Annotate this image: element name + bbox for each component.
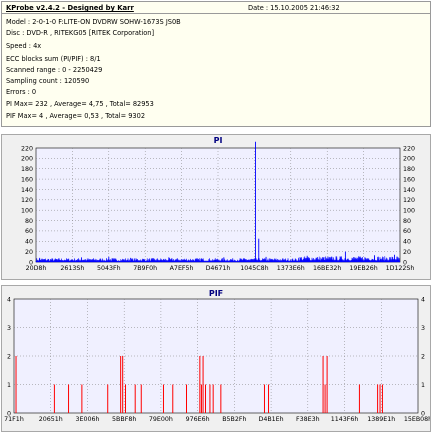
x-tick-label: 5BBF8h	[112, 416, 136, 423]
chart-title: PI	[214, 136, 223, 145]
y-tick-label-left: 80	[25, 218, 33, 225]
y-tick-label-right: 60	[403, 228, 411, 235]
pi-chart-panel: PI 0 0 20 20 40 40 60 60 80 80 100 100 120 120 140 140 16…	[1, 134, 431, 280]
pi-chart: PI0 020 2040 4060 6080 80100 100120 120140 14016…	[21, 136, 415, 272]
x-tick-label: 1143F6h	[331, 416, 359, 423]
y-tick-label-right: 4	[421, 296, 425, 303]
y-tick-label-left: 120	[21, 197, 33, 204]
x-tick-label: 976E6h	[186, 416, 210, 423]
x-tick-label: 3E006h	[75, 416, 99, 423]
x-tick-label: D4B1Eh	[259, 416, 284, 423]
x-tick-label: F38E3h	[296, 416, 320, 423]
header-divider	[2, 13, 430, 14]
y-tick-label-left: 220	[21, 145, 33, 152]
scan-date: Date : 15.10.2005 21:46:32	[248, 4, 340, 12]
y-tick-label-right: 1	[421, 382, 425, 389]
y-tick-label-right: 100	[403, 207, 415, 214]
chart-title: PIF	[209, 289, 223, 298]
x-tick-label: 1D122Sh	[386, 265, 415, 272]
ecc-text: ECC blocks sum (PI/PIF) : 8/1	[6, 55, 101, 63]
y-tick-label-left: 140	[21, 187, 33, 194]
x-tick-label: 1045C8h	[240, 265, 268, 272]
y-tick-label-right: 120	[403, 197, 415, 204]
y-tick-label-right: 2	[421, 353, 425, 360]
x-tick-label: 19EB26h	[349, 265, 377, 272]
x-tick-label: 5043Fh	[97, 265, 121, 272]
y-tick-label-right: 3	[421, 325, 425, 332]
pif-summary-text: PIF Max= 4 , Average= 0,53 , Total= 9302	[6, 112, 146, 120]
y-tick-label-left: 3	[7, 325, 11, 332]
y-tick-label-left: 40	[25, 239, 33, 246]
y-tick-label-right: 40	[403, 239, 411, 246]
y-tick-label-left: 160	[21, 176, 33, 183]
y-tick-label-left: 100	[21, 207, 33, 214]
x-tick-label: 20D8h	[26, 265, 47, 272]
y-tick-label-right: 80	[403, 218, 411, 225]
model-text: Model : 2-0-1-0 F:LITE-ON DVDRW SOHW-167…	[6, 18, 181, 26]
errors-text: Errors : 0	[6, 88, 37, 96]
x-tick-label: 71F1h	[4, 416, 24, 423]
y-tick-label-left: 2	[7, 353, 11, 360]
x-tick-label: A7EF5h	[170, 265, 194, 272]
x-tick-label: 2613Sh	[60, 265, 84, 272]
y-tick-label-left: 20	[25, 249, 33, 256]
x-tick-label: 1373E6h	[277, 265, 305, 272]
scanned-range-text: Scanned range : 0 - 2250429	[6, 66, 103, 74]
speed-text: Speed : 4x	[6, 42, 42, 50]
y-tick-label-right: 140	[403, 187, 415, 194]
y-tick-label-right: 180	[403, 166, 415, 173]
y-tick-label-right: 220	[403, 145, 415, 152]
y-tick-label-right: 20	[403, 249, 411, 256]
y-tick-label-left: 4	[7, 296, 11, 303]
disc-text: Disc : DVD-R , RITEKG05 [RITEK Corporati…	[6, 29, 155, 37]
pif-chart: PIF0 01 12 23 34 471F1h 20651h 3E006h 5BBF8h 79E0…	[4, 289, 430, 423]
y-tick-label-left: 1	[7, 382, 11, 389]
x-tick-label: 7B9F0h	[133, 265, 157, 272]
y-tick-label-right: 160	[403, 176, 415, 183]
app-title: KProbe v2.4.2 - Designed by Karr	[6, 4, 134, 12]
sampling-count-text: Sampling count : 120590	[6, 77, 90, 85]
y-tick-label-right: 200	[403, 156, 415, 163]
info-panel: KProbe v2.4.2 - Designed by Karr Date : …	[1, 1, 431, 127]
x-tick-label: 20651h	[39, 416, 63, 423]
y-tick-label-left: 60	[25, 228, 33, 235]
x-tick-label: D4671h	[206, 265, 231, 272]
pi-summary-text: PI Max= 232 , Average= 4,75 , Total= 829…	[6, 100, 154, 108]
pif-chart-panel: PIF 0 0 1 1 2 2 3 3 4 4 71F1h 20651h 3E006h 5BBF8h 79E0…	[1, 285, 431, 432]
x-tick-label: 79E00h	[149, 416, 173, 423]
y-tick-label-left: 200	[21, 156, 33, 163]
x-tick-label: B5B2Fh	[222, 416, 246, 423]
y-tick-label-left: 180	[21, 166, 33, 173]
x-tick-label: 1389E1h	[367, 416, 395, 423]
x-tick-label: 16BE32h	[313, 265, 341, 272]
x-tick-label: 15EB08h	[404, 416, 430, 423]
